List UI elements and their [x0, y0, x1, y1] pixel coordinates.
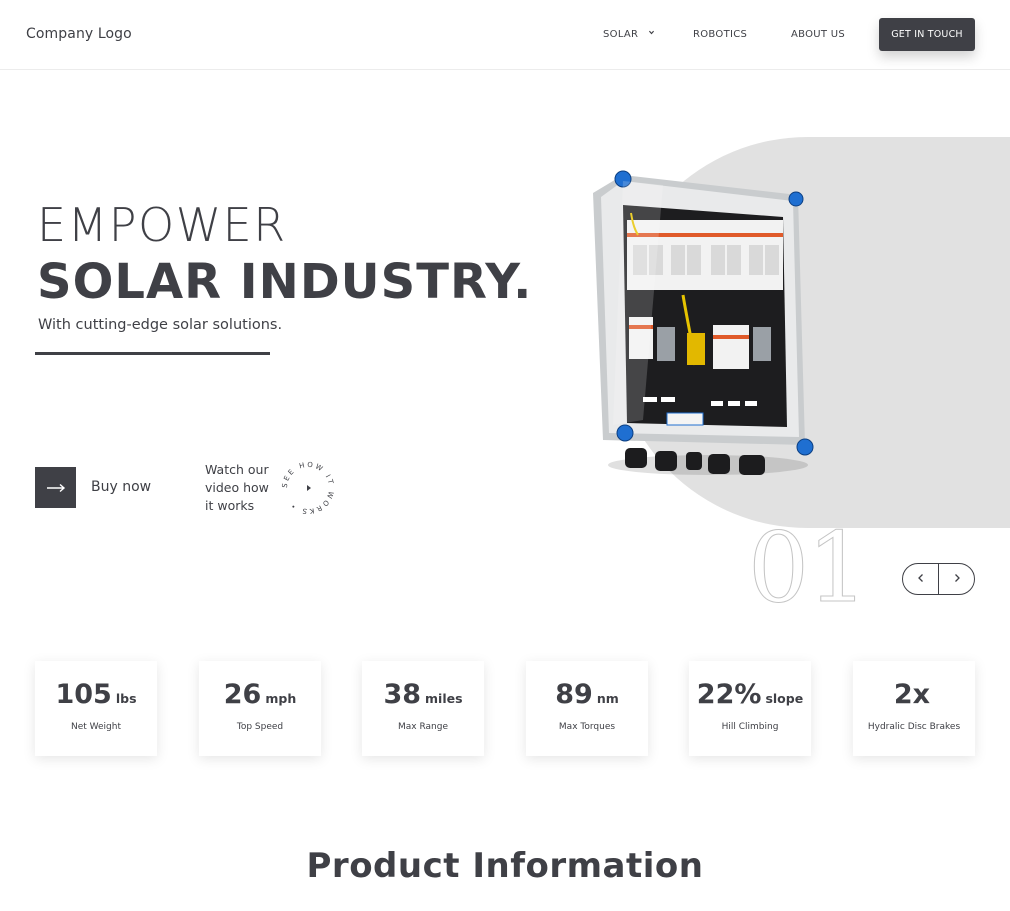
product-image: [583, 165, 823, 485]
hero-heading-line2: SOLAR INDUSTRY.: [37, 254, 533, 310]
play-video-badge[interactable]: SEE HOW IT WORKS •: [280, 460, 336, 516]
stat-unit: lbs: [115, 691, 137, 706]
stat-label: Max Range: [398, 722, 448, 732]
stat-value: 26: [223, 679, 262, 710]
chevron-down-icon[interactable]: [648, 29, 655, 39]
slide-number: 01: [747, 512, 868, 624]
company-logo[interactable]: Company Logo: [26, 26, 132, 42]
stat-card: 26 mph Top Speed: [199, 661, 321, 756]
site-header: Company Logo SOLAR ROBOTICS ABOUT US GET…: [0, 0, 1010, 70]
stat-value: 105: [55, 679, 112, 710]
stat-unit: slope: [765, 691, 804, 706]
stat-card: 105 lbs Net Weight: [35, 661, 157, 756]
stat-label: Top Speed: [236, 722, 284, 732]
get-in-touch-button[interactable]: GET IN TOUCH: [879, 18, 975, 51]
slider-controls: [902, 563, 975, 595]
buy-now-arrow-button[interactable]: [35, 467, 76, 508]
stat-card: 89 nm Max Torques: [526, 661, 648, 756]
chevron-left-icon: [917, 572, 925, 587]
buy-now-link[interactable]: Buy now: [91, 479, 151, 495]
arrow-right-icon: [46, 478, 66, 497]
stat-card: 2x Hydralic Disc Brakes: [853, 661, 975, 756]
stat-unit: mph: [265, 691, 297, 706]
nav-about-us[interactable]: ABOUT US: [791, 29, 845, 40]
hero-divider: [35, 352, 270, 355]
stat-value: 89: [555, 679, 593, 710]
stat-label: Max Torques: [558, 722, 616, 732]
stat-unit: miles: [425, 691, 463, 706]
hero-heading-line1: EMPOWER: [37, 198, 287, 252]
product-information-heading: Product Information: [306, 846, 704, 886]
chevron-right-icon: [953, 572, 961, 587]
stat-label: Hill Climbing: [721, 722, 779, 732]
watch-line: Watch our: [205, 462, 269, 477]
next-slide-button[interactable]: [939, 564, 974, 594]
stat-value: 38: [383, 679, 422, 710]
stat-card: 38 miles Max Range: [362, 661, 484, 756]
watch-line: it works: [205, 498, 255, 513]
stat-unit: nm: [596, 691, 619, 706]
stat-label: Hydralic Disc Brakes: [867, 722, 961, 732]
nav-solar[interactable]: SOLAR: [603, 29, 638, 40]
stat-card: 22% slope Hill Climbing: [689, 661, 811, 756]
nav-robotics[interactable]: ROBOTICS: [693, 29, 747, 40]
play-icon: [307, 485, 311, 491]
prev-slide-button[interactable]: [903, 564, 938, 594]
watch-line: video how: [205, 480, 269, 495]
stat-value: 22%: [696, 679, 762, 710]
watch-video-text: Watch our video how it works: [205, 461, 285, 515]
stat-label: Net Weight: [70, 722, 121, 732]
stat-value: 2x: [893, 679, 931, 710]
hero-subtitle: With cutting-edge solar solutions.: [38, 317, 283, 333]
